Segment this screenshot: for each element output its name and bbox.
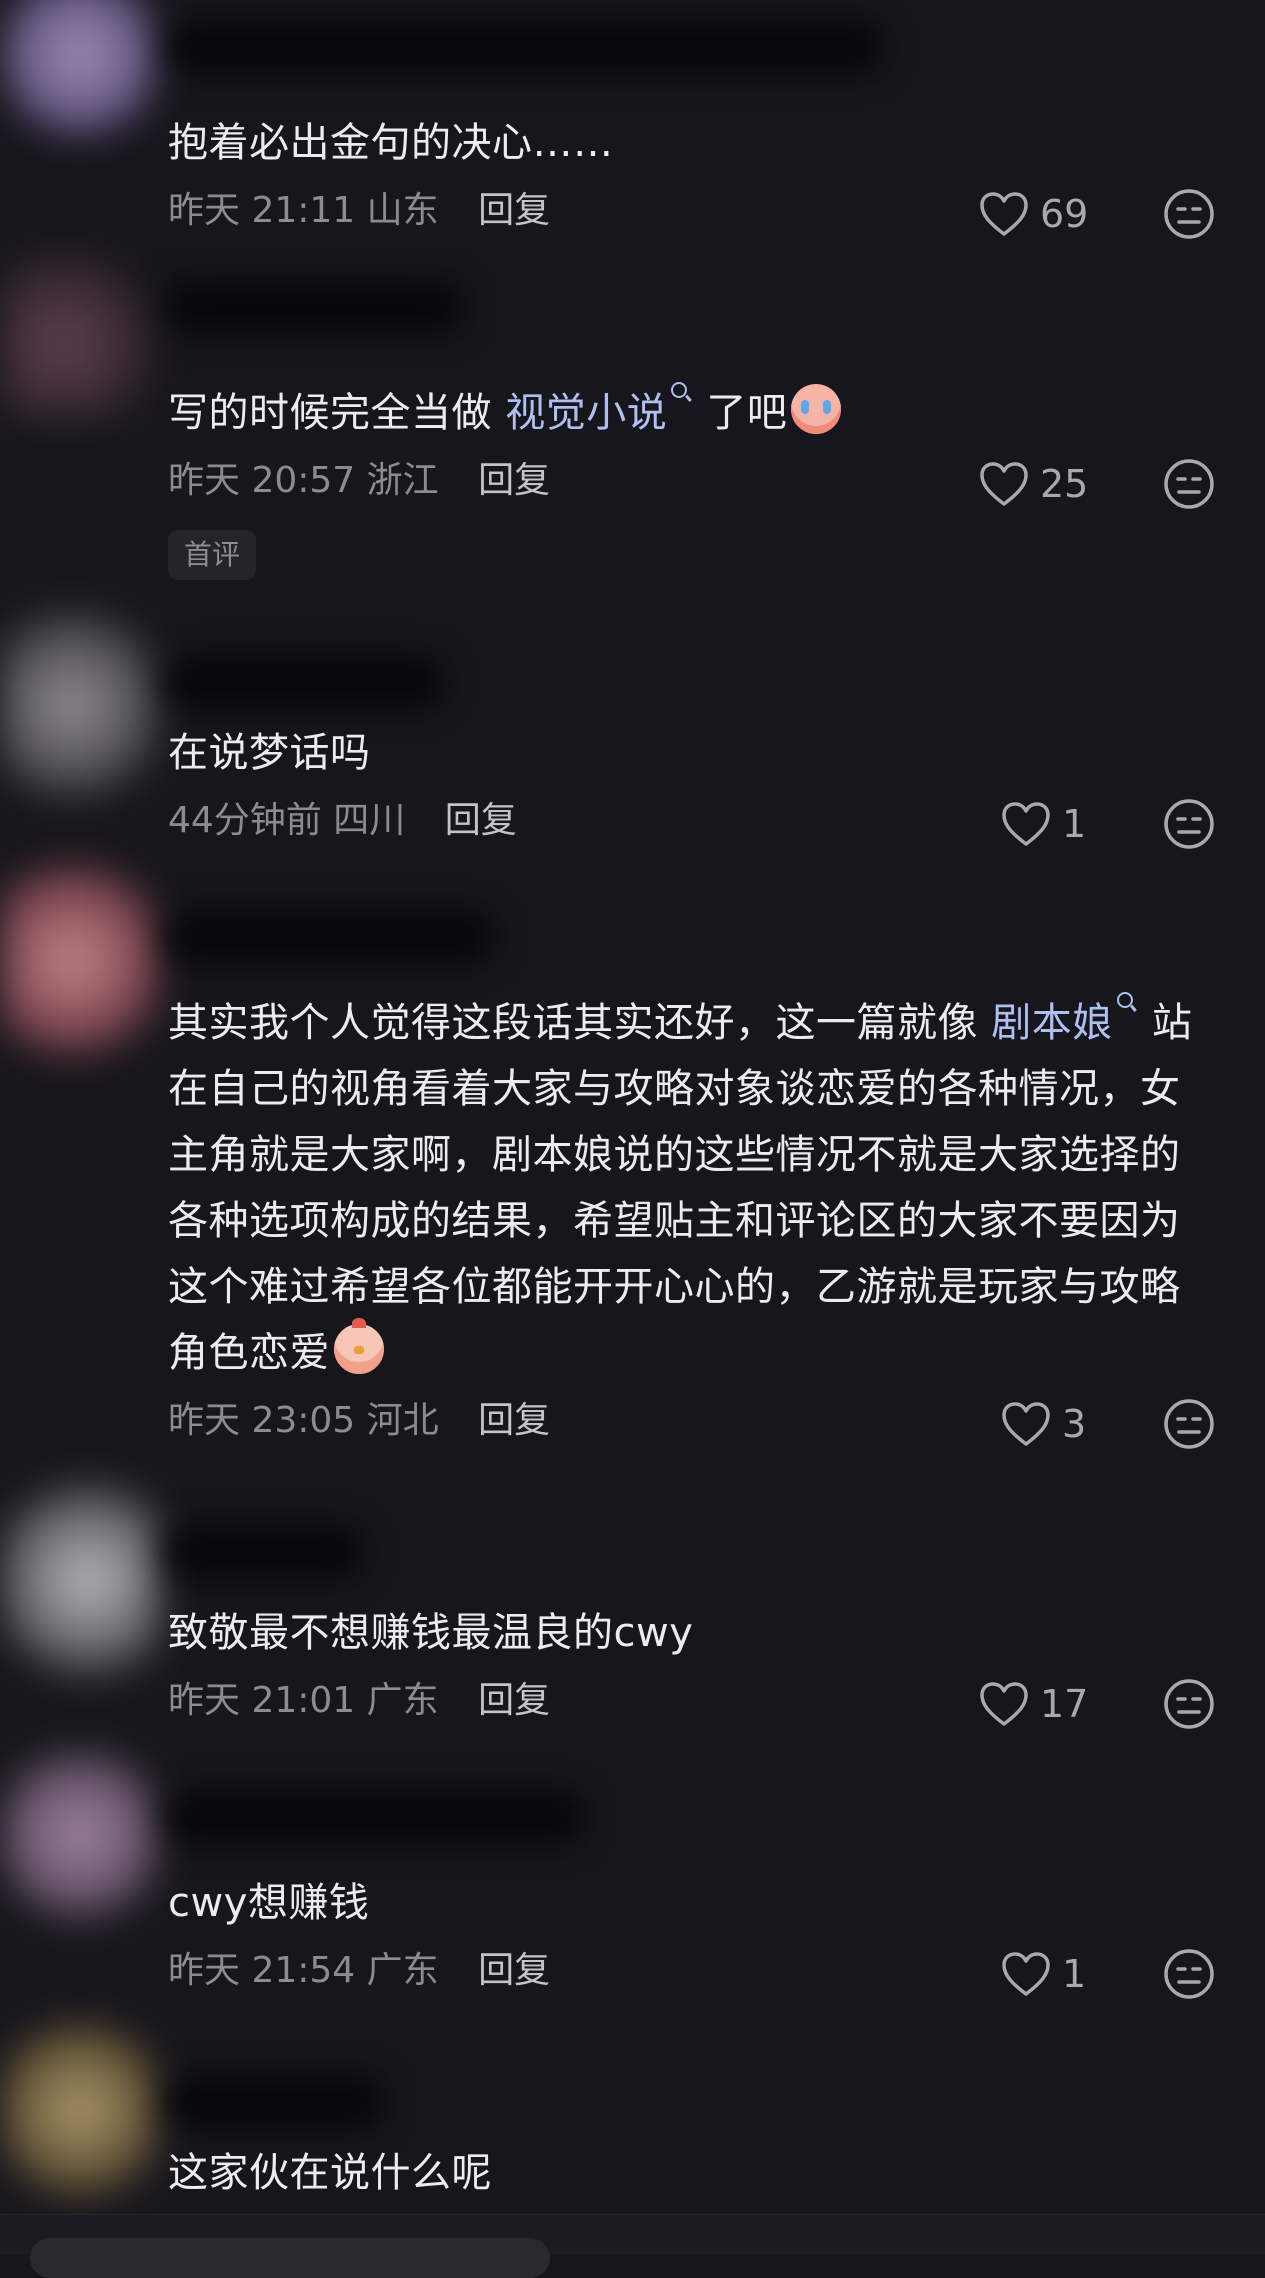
comment-input-bar[interactable]: [30, 2238, 550, 2278]
heart-outline-icon: [1002, 802, 1050, 846]
comment-text: 致敬最不想赚钱最温良的cwy: [168, 1610, 694, 1656]
username-redacted[interactable]: [165, 1790, 585, 1844]
like-button[interactable]: 25: [978, 456, 1088, 512]
heart-outline-icon: [980, 1682, 1028, 1726]
heart-outline-icon: [980, 192, 1028, 236]
comment-meta: 昨天 23:05 河北 回复: [168, 1396, 550, 1446]
comment-location: 四川: [333, 800, 406, 841]
comment-text: 这家伙在说什么呢: [168, 2150, 492, 2196]
avatar[interactable]: [0, 0, 160, 140]
username-redacted[interactable]: [165, 2075, 385, 2129]
first-comment-badge: 首评: [168, 530, 257, 580]
like-count: 69: [1040, 192, 1089, 236]
like-button[interactable]: 1: [1000, 1946, 1086, 2002]
heart-outline-icon: [980, 462, 1028, 506]
comment-location: 河北: [366, 1400, 439, 1441]
chick-emoji-icon: [334, 1318, 384, 1374]
avatar[interactable]: [0, 2010, 160, 2210]
search-icon: [671, 382, 688, 398]
meh-face-icon[interactable]: [1163, 1678, 1215, 1730]
comment-feed: 抱着必出金句的决心…… 昨天 21:11 山东 回复 69 写的时候完全当做 视…: [0, 0, 1265, 2254]
like-count: 1: [1062, 802, 1087, 846]
like-button[interactable]: 69: [978, 186, 1088, 242]
comment-meta: 昨天 20:57 浙江 回复: [168, 456, 550, 506]
comment-text: 在说梦话吗: [168, 730, 371, 776]
username-redacted[interactable]: [165, 655, 445, 709]
comment-time: 昨天 23:05: [168, 1400, 356, 1441]
reply-button[interactable]: 回复: [478, 1680, 550, 1721]
comment-meta: 昨天 21:01 广东 回复: [168, 1676, 550, 1726]
like-count: 3: [1062, 1402, 1087, 1446]
username-redacted[interactable]: [165, 280, 465, 334]
meh-face-icon[interactable]: [1163, 1398, 1215, 1450]
heart-outline-icon: [1002, 1402, 1050, 1446]
meh-face-icon[interactable]: [1163, 188, 1215, 240]
comment-text: 其实我个人觉得这段话其实还好，这一篇就像 剧本娘 站在自己的视角看着大家与攻略对…: [168, 990, 1218, 1386]
heart-outline-icon: [1002, 1952, 1050, 1996]
username-redacted[interactable]: [165, 910, 495, 964]
comment-meta: 昨天 21:11 山东 回复: [168, 186, 550, 236]
like-button[interactable]: 1: [1000, 796, 1086, 852]
comment-meta: 昨天 21:54 广东 回复: [168, 1946, 550, 1996]
like-count: 1: [1062, 1952, 1087, 1996]
comment-time: 昨天 21:11: [168, 190, 356, 231]
meh-face-icon[interactable]: [1163, 798, 1215, 850]
reply-button[interactable]: 回复: [478, 190, 550, 231]
comment-meta: 44分钟前 四川 回复: [168, 796, 517, 846]
comment-text: 抱着必出金句的决心……: [168, 120, 614, 166]
reply-button[interactable]: 回复: [478, 460, 550, 501]
reply-button[interactable]: 回复: [445, 800, 517, 841]
avatar[interactable]: [0, 1470, 160, 1690]
search-icon: [1116, 992, 1133, 1008]
comment-text: 写的时候完全当做 视觉小说 了吧: [168, 380, 1218, 446]
avatar[interactable]: [0, 850, 160, 1070]
avatar[interactable]: [0, 250, 160, 420]
topic-link[interactable]: 剧本娘: [991, 1000, 1113, 1046]
meh-face-icon[interactable]: [1163, 458, 1215, 510]
topic-link[interactable]: 视觉小说: [505, 390, 667, 436]
comment-time: 44分钟前: [168, 800, 322, 841]
avatar[interactable]: [0, 600, 160, 810]
avatar[interactable]: [0, 1740, 160, 1930]
like-count: 17: [1040, 1682, 1089, 1726]
comment-location: 浙江: [366, 460, 439, 501]
reply-button[interactable]: 回复: [478, 1400, 550, 1441]
comment-time: 昨天 21:54: [168, 1950, 356, 1991]
like-button[interactable]: 17: [978, 1676, 1088, 1732]
comment-location: 山东: [366, 190, 439, 231]
like-count: 25: [1040, 462, 1089, 506]
like-button[interactable]: 3: [1000, 1396, 1086, 1452]
comment-location: 广东: [366, 1680, 439, 1721]
reply-button[interactable]: 回复: [478, 1950, 550, 1991]
comment-time: 昨天 21:01: [168, 1680, 356, 1721]
comment-time: 昨天 20:57: [168, 460, 356, 501]
comment-text: cwy想赚钱: [168, 1880, 370, 1926]
crying-emoji-icon: [791, 384, 842, 434]
username-redacted[interactable]: [165, 20, 885, 74]
username-redacted[interactable]: [165, 1525, 365, 1579]
comment-location: 广东: [366, 1950, 439, 1991]
meh-face-icon[interactable]: [1163, 1948, 1215, 2000]
